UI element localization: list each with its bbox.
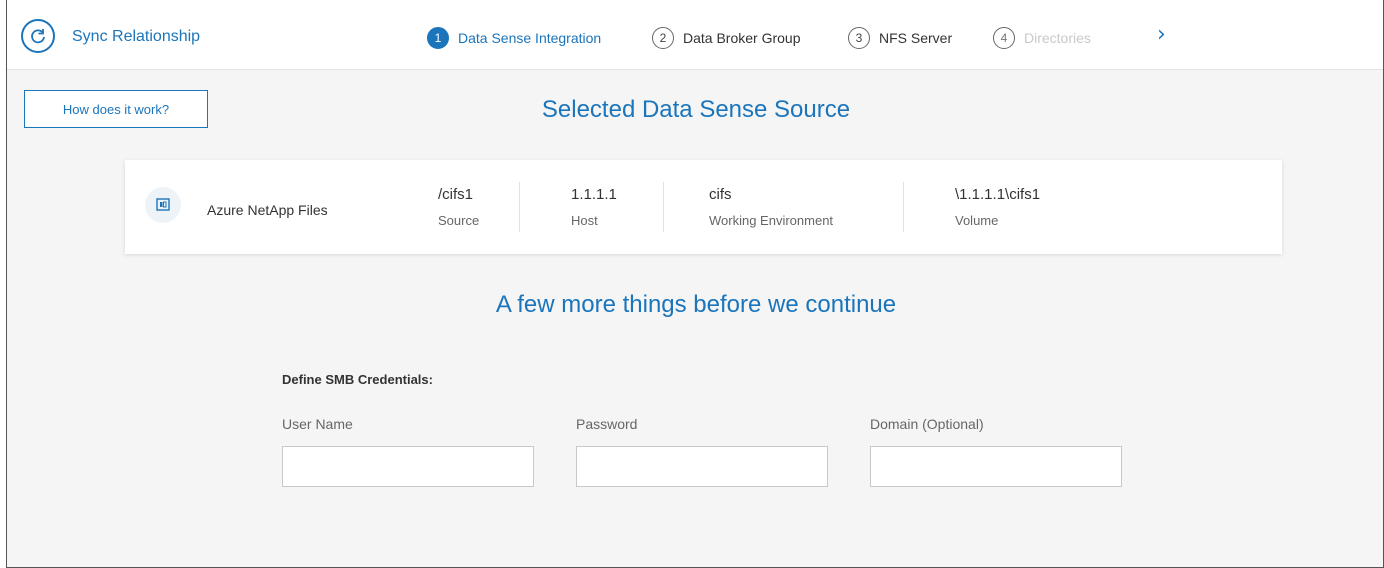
sync-icon xyxy=(21,19,55,53)
step-label: Directories xyxy=(1024,30,1091,46)
password-label: Password xyxy=(576,416,638,432)
divider xyxy=(663,182,664,232)
working-environment-column: cifs Working Environment xyxy=(709,186,833,228)
wizard-header: Sync Relationship 1 Data Sense Integrati… xyxy=(7,0,1383,70)
step-data-broker-group[interactable]: 2 Data Broker Group xyxy=(652,27,801,49)
host-label: Host xyxy=(571,213,598,228)
user-name-input[interactable] xyxy=(282,446,534,487)
step-number: 4 xyxy=(993,27,1015,49)
volume-value: \1.1.1.1\cifs1 xyxy=(955,186,1041,203)
provider-name: Azure NetApp Files xyxy=(207,202,328,218)
domain-input[interactable] xyxy=(870,446,1122,487)
divider xyxy=(519,182,520,232)
step-number: 2 xyxy=(652,27,674,49)
source-column: /cifs1 Source xyxy=(438,186,479,228)
step-number: 1 xyxy=(427,27,449,49)
step-label: Data Sense Integration xyxy=(458,30,602,46)
password-input[interactable] xyxy=(576,446,828,487)
chevron-right-icon[interactable]: › xyxy=(1157,22,1166,47)
domain-label: Domain (Optional) xyxy=(870,416,984,432)
volume-column: \1.1.1.1\cifs1 Volume xyxy=(955,186,1040,228)
step-number: 3 xyxy=(848,27,870,49)
azure-netapp-files-icon xyxy=(145,187,181,223)
sync-wizard: Sync Relationship 1 Data Sense Integrati… xyxy=(6,0,1384,568)
more-things-title: A few more things before we continue xyxy=(495,291,897,318)
step-label: NFS Server xyxy=(879,30,953,46)
user-name-label: User Name xyxy=(282,416,353,432)
app-title: Sync Relationship xyxy=(72,28,201,45)
step-directories[interactable]: 4 Directories xyxy=(993,27,1091,49)
step-data-sense-integration[interactable]: 1 Data Sense Integration xyxy=(427,27,601,49)
divider xyxy=(903,182,904,232)
step-label: Data Broker Group xyxy=(683,30,801,46)
source-value: /cifs1 xyxy=(438,186,474,203)
source-card: Azure NetApp Files /cifs1 Source 1.1.1.1… xyxy=(125,160,1282,254)
working-environment-value: cifs xyxy=(709,186,732,203)
host-column: 1.1.1.1 Host xyxy=(571,186,617,228)
selected-source-title: Selected Data Sense Source xyxy=(541,96,851,123)
step-nfs-server[interactable]: 3 NFS Server xyxy=(848,27,952,49)
smb-credentials-title: Define SMB Credentials: xyxy=(282,372,433,387)
volume-label: Volume xyxy=(955,213,999,228)
source-label: Source xyxy=(438,213,480,228)
host-value: 1.1.1.1 xyxy=(571,186,617,203)
working-environment-label: Working Environment xyxy=(709,213,834,228)
